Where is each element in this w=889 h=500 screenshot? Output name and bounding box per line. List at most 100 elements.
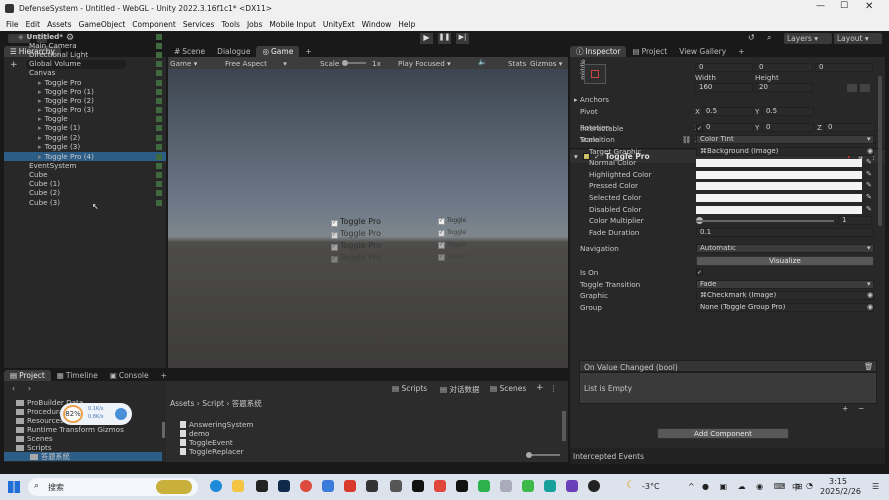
tab-timeline[interactable]: ▦ Timeline bbox=[51, 370, 104, 381]
app-icon-gray[interactable] bbox=[390, 480, 402, 492]
unity-app-icon[interactable] bbox=[256, 480, 268, 492]
visibility-toggle-icon[interactable] bbox=[156, 143, 162, 150]
game-pro-toggle[interactable]: ✓ Toggle Pro bbox=[331, 253, 381, 263]
rotation-y-field[interactable]: 0 bbox=[762, 123, 814, 132]
game-toggle[interactable]: ✓ Toggle bbox=[438, 227, 466, 237]
breadcrumb-answer-system[interactable]: 答题系统 bbox=[232, 399, 262, 408]
constrain-proportions-icon[interactable]: ⛓ bbox=[682, 135, 691, 144]
event-add-button[interactable]: + bbox=[842, 404, 848, 413]
visibility-toggle-icon[interactable] bbox=[156, 153, 162, 160]
breadcrumb-assets[interactable]: Assets bbox=[170, 399, 194, 408]
forward-icon[interactable]: › bbox=[28, 384, 31, 393]
chevron-down-icon[interactable]: ▾ bbox=[867, 244, 871, 252]
wechat-icon[interactable] bbox=[478, 480, 490, 492]
blueprint-mode-button[interactable] bbox=[847, 84, 857, 92]
menu-edit[interactable]: Edit bbox=[26, 20, 41, 29]
menu-unityext[interactable]: UnityExt bbox=[323, 20, 355, 29]
project-folder-item[interactable]: 答题系统 bbox=[4, 452, 162, 461]
tray-up-icon[interactable]: ^ bbox=[688, 482, 695, 491]
file-list-item[interactable]: ToggleReplacer bbox=[180, 447, 244, 456]
play-button[interactable]: ▶ bbox=[420, 33, 433, 44]
visibility-toggle-icon[interactable] bbox=[156, 180, 162, 187]
chrome-icon[interactable] bbox=[300, 480, 312, 492]
icon-size-slider-handle[interactable] bbox=[526, 452, 532, 458]
visualize-button[interactable]: Visualize bbox=[696, 256, 874, 266]
object-field[interactable]: ⌘Checkmark (Image) bbox=[696, 291, 874, 300]
visibility-toggle-icon[interactable] bbox=[156, 33, 162, 40]
eyedropper-icon[interactable]: ✎ bbox=[866, 193, 872, 201]
game-toggle[interactable]: ✓ Toggle bbox=[438, 251, 466, 261]
app-icon-dark[interactable] bbox=[366, 480, 378, 492]
app-icon-github[interactable] bbox=[588, 480, 600, 492]
clock-time[interactable]: 3:15 bbox=[829, 477, 847, 486]
chevron-down-icon[interactable]: ▾ bbox=[867, 280, 871, 288]
tray-icons[interactable]: ● ▣ ☁ ◉ ⌨ ⊞ bbox=[702, 482, 806, 491]
tab-dialogue[interactable]: Dialogue bbox=[211, 46, 256, 57]
object-picker-icon[interactable]: ◉ bbox=[867, 303, 873, 311]
filter-dialogue-data[interactable]: ▤ 对话数据 bbox=[440, 384, 479, 395]
expand-arrow-icon[interactable]: ▸ bbox=[38, 96, 42, 105]
file-explorer-icon[interactable] bbox=[232, 480, 244, 492]
app-icon-black[interactable] bbox=[412, 480, 424, 492]
object-picker-icon[interactable]: ◉ bbox=[867, 291, 873, 299]
pivot-y-field[interactable]: 0.5 bbox=[762, 107, 814, 116]
add-component-button[interactable]: Add Component bbox=[657, 428, 789, 439]
property-dropdown[interactable]: Color Tint bbox=[696, 135, 874, 144]
tab-console[interactable]: ▣ Console bbox=[104, 370, 155, 381]
color-field[interactable] bbox=[696, 182, 862, 190]
hierarchy-item[interactable]: Canvas bbox=[4, 68, 166, 77]
rect-field-0[interactable]: 0 bbox=[695, 63, 753, 72]
breadcrumb-script[interactable]: Script bbox=[202, 399, 224, 408]
hierarchy-item[interactable]: ▸ Toggle Pro (3) bbox=[4, 105, 166, 114]
app-icon-blue[interactable] bbox=[322, 480, 334, 492]
hierarchy-item[interactable]: ▸ Toggle (1) bbox=[4, 123, 166, 132]
display-dropdown[interactable]: Game ▾ bbox=[170, 59, 220, 68]
hierarchy-item[interactable]: Cube (1) bbox=[4, 179, 166, 188]
tab-view-gallery[interactable]: View Gallery bbox=[673, 46, 732, 57]
hierarchy-item[interactable]: Global Volume bbox=[4, 59, 166, 68]
menu-window[interactable]: Window bbox=[362, 20, 392, 29]
hierarchy-item[interactable]: ▸ Toggle bbox=[4, 114, 166, 123]
filter-scenes[interactable]: ▤ Scenes bbox=[490, 384, 526, 393]
visibility-toggle-icon[interactable] bbox=[156, 171, 162, 178]
visibility-toggle-icon[interactable] bbox=[156, 79, 162, 86]
menu-jobs[interactable]: Jobs bbox=[247, 20, 262, 29]
app-icon-black-2[interactable] bbox=[456, 480, 468, 492]
stats-button[interactable]: Stats bbox=[508, 59, 526, 68]
file-list-item[interactable]: AnsweringSystem bbox=[180, 420, 253, 429]
inspector-scrollbar[interactable] bbox=[878, 76, 882, 226]
eyedropper-icon[interactable]: ✎ bbox=[866, 158, 872, 166]
play-mode-dropdown[interactable]: Play Focused ▾ bbox=[398, 59, 451, 68]
visibility-toggle-icon[interactable] bbox=[156, 115, 162, 122]
windows-start-icon[interactable] bbox=[8, 481, 20, 493]
event-remove-button[interactable]: − bbox=[858, 404, 864, 413]
photoshop-icon[interactable] bbox=[278, 480, 290, 492]
pause-button[interactable]: ❚❚ bbox=[438, 33, 451, 44]
hierarchy-item[interactable]: ▸ Toggle (2) bbox=[4, 133, 166, 142]
color-multiplier-slider[interactable] bbox=[696, 220, 834, 222]
expand-arrow-icon[interactable]: ▸ bbox=[38, 87, 42, 96]
back-icon[interactable]: ‹ bbox=[12, 384, 15, 393]
expand-arrow-icon[interactable]: ▸ bbox=[38, 123, 42, 132]
property-checkbox[interactable]: ✓ bbox=[696, 125, 703, 132]
wps-icon[interactable] bbox=[344, 480, 356, 492]
hierarchy-item[interactable]: Cube bbox=[4, 170, 166, 179]
hierarchy-item[interactable]: ▸ Toggle Pro bbox=[4, 78, 166, 87]
search-icon[interactable]: ⌕ bbox=[767, 33, 771, 43]
tab-scene[interactable]: # Scene bbox=[168, 46, 211, 57]
taskbar-search-box[interactable]: ⌕ 搜索 bbox=[28, 478, 198, 496]
add-project-tab-button[interactable]: + bbox=[155, 370, 173, 381]
expand-arrow-icon[interactable]: ▸ bbox=[38, 114, 42, 123]
object-picker-icon[interactable]: ◉ bbox=[867, 147, 873, 155]
file-list-item[interactable]: ToggleEvent bbox=[180, 438, 233, 447]
add-tab-button[interactable]: + bbox=[299, 46, 317, 57]
color-field[interactable] bbox=[696, 194, 862, 202]
visual-studio-icon[interactable] bbox=[566, 480, 578, 492]
expand-arrow-icon[interactable]: ▸ bbox=[38, 142, 42, 151]
filter-scripts[interactable]: ▤ Scripts bbox=[392, 384, 427, 393]
tab-project[interactable]: ▤ Project bbox=[626, 46, 673, 57]
create-asset-button[interactable]: + bbox=[536, 383, 544, 393]
hierarchy-item[interactable]: Main Camera bbox=[4, 41, 166, 50]
app-icon-red[interactable] bbox=[434, 480, 446, 492]
game-pro-toggle[interactable]: ✓ Toggle Pro bbox=[331, 241, 381, 251]
